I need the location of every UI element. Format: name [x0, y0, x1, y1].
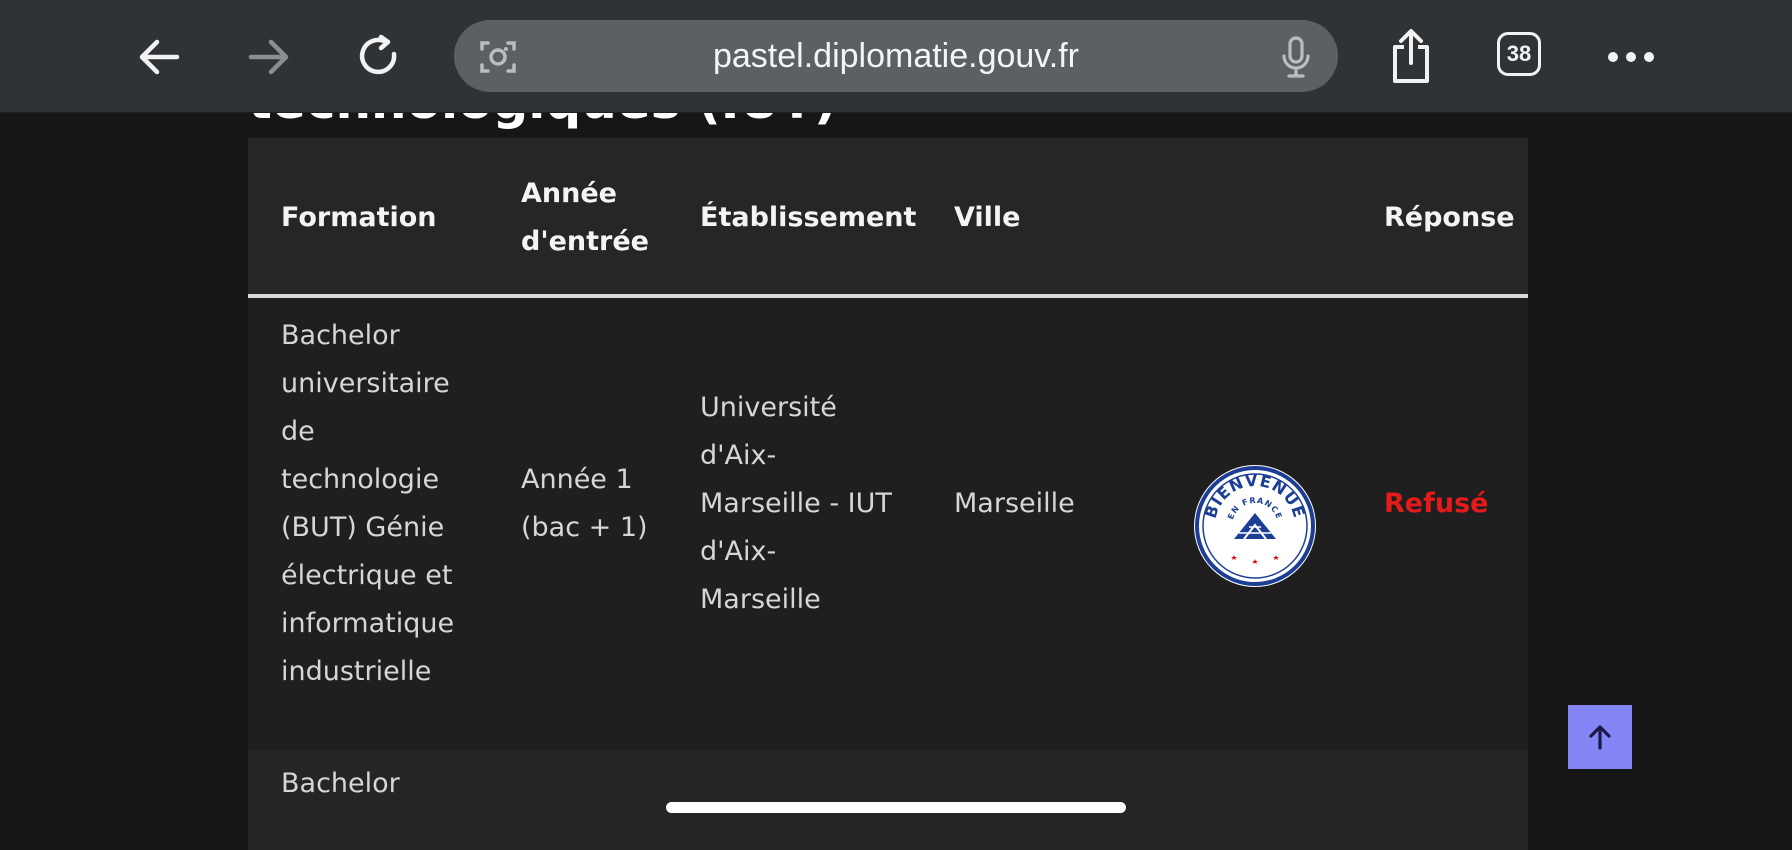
- share-icon: [1393, 29, 1429, 83]
- formation-line: Bachelor: [281, 768, 400, 799]
- tabs-button[interactable]: 38: [1497, 32, 1541, 76]
- formation-line: (BUT) Génie: [281, 512, 445, 543]
- reload-button[interactable]: [344, 22, 414, 92]
- header-annee-line2: d'entrée: [521, 226, 649, 257]
- url-text[interactable]: pastel.diplomatie.gouv.fr: [454, 20, 1338, 92]
- more-icon: [1608, 52, 1654, 62]
- browser-toolbar: pastel.diplomatie.gouv.fr 38: [0, 0, 1792, 113]
- table-row: Bachelor: [248, 750, 1528, 850]
- header-ville: Ville: [954, 202, 1021, 233]
- header-formation: Formation: [281, 202, 437, 233]
- scroll-to-top-button[interactable]: [1568, 705, 1632, 769]
- annee-line: Année 1: [521, 464, 633, 495]
- arrow-right-icon: [248, 39, 289, 75]
- header-etablissement: Établissement: [700, 202, 917, 233]
- address-bar[interactable]: pastel.diplomatie.gouv.fr: [454, 20, 1338, 92]
- arrow-left-icon: [139, 39, 180, 75]
- reload-icon: [359, 34, 397, 75]
- status-refused: Refusé: [1384, 488, 1489, 519]
- formation-line: Bachelor: [281, 320, 400, 351]
- formation-line: industrielle: [281, 656, 432, 687]
- header-annee-line1: Année: [521, 178, 617, 209]
- table-header: Formation Année d'entrée Établissement V…: [248, 138, 1528, 298]
- back-button[interactable]: [124, 22, 194, 92]
- share-button[interactable]: [1376, 22, 1446, 92]
- formation-line: électrique et: [281, 560, 453, 591]
- bienvenue-en-france-label-icon: BIENVENUE EN FRANCE: [1194, 465, 1316, 587]
- header-reponse: Réponse: [1384, 202, 1515, 233]
- cell-ville: Marseille: [954, 488, 1075, 519]
- etablissement-line: Marseille - IUT: [700, 488, 892, 519]
- forward-button[interactable]: [234, 22, 304, 92]
- home-indicator[interactable]: [666, 802, 1126, 813]
- arrow-up-icon: [1589, 725, 1611, 750]
- formation-line: de: [281, 416, 315, 447]
- microphone-icon[interactable]: [1274, 34, 1318, 80]
- formation-line: informatique: [281, 608, 455, 639]
- formation-line: universitaire: [281, 368, 450, 399]
- annee-line: (bac + 1): [521, 512, 648, 543]
- table-row: Bachelor universitaire de technologie (B…: [248, 300, 1528, 750]
- formation-line: technologie: [281, 464, 440, 495]
- etablissement-line: Marseille: [700, 584, 821, 615]
- admissions-table: Formation Année d'entrée Établissement V…: [248, 138, 1528, 850]
- etablissement-line: d'Aix-: [700, 536, 777, 567]
- more-button[interactable]: [1596, 22, 1666, 92]
- etablissement-line: d'Aix-: [700, 440, 777, 471]
- etablissement-line: Université: [700, 392, 837, 423]
